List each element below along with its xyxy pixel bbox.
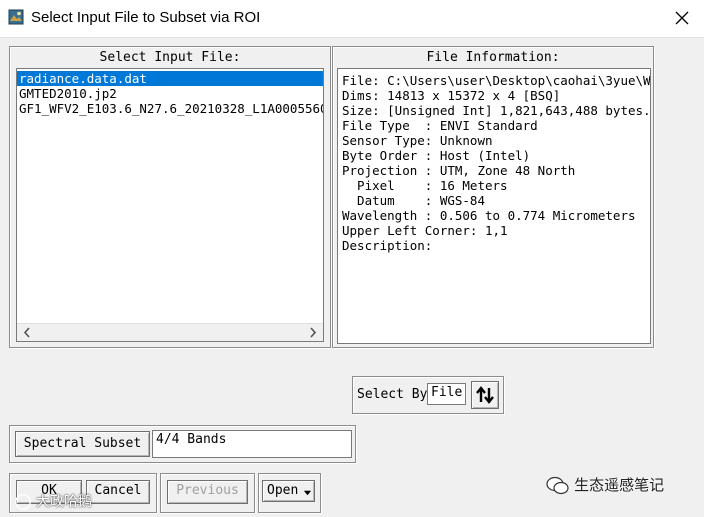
window-title: Select Input File to Subset via ROI — [31, 9, 261, 26]
select-by-group: Select By File — [352, 376, 504, 414]
input-file-list[interactable]: radiance.data.dat GMTED2010.jp2 GF1_WFV2_E… — [16, 68, 324, 342]
input-file-panel-title: Select Input File: — [99, 50, 241, 65]
file-list-item[interactable]: GF1_WFV2_E103.6_N27.6_20210328_L1A000556… — [17, 101, 323, 116]
file-info-line: Datum : WGS-84 — [342, 193, 485, 208]
dropdown-arrow-icon — [303, 490, 312, 496]
file-info-line: Projection : UTM, Zone 48 North — [342, 163, 576, 178]
spectral-subset-button[interactable]: Spectral Subset — [15, 431, 150, 457]
file-info-line: Upper Left Corner: 1,1 — [342, 223, 508, 238]
wechat-icon — [546, 476, 569, 495]
file-info-box: File: C:\Users\user\Desktop\caohai\3yue\… — [337, 68, 651, 344]
watermark-logo-icon — [15, 494, 31, 511]
open-button-label: Open — [267, 483, 299, 498]
open-menu-button[interactable]: Open — [262, 480, 315, 502]
file-list-item[interactable]: GMTED2010.jp2 — [17, 86, 323, 101]
scroll-left-icon[interactable] — [19, 324, 36, 341]
spectral-subset-group: Spectral Subset 4/4 Bands — [9, 425, 356, 463]
horizontal-scrollbar[interactable] — [17, 323, 323, 341]
spectral-subset-value: 4/4 Bands — [152, 430, 352, 458]
title-bar: Select Input File to Subset via ROI — [0, 0, 704, 38]
watermark-right-text: 生态遥感笔记 — [574, 477, 665, 494]
file-info-line: File Type : ENVI Standard — [342, 118, 538, 133]
close-icon[interactable] — [666, 4, 698, 32]
previous-button[interactable]: Previous — [167, 480, 248, 504]
file-info-line: File: C:\Users\user\Desktop\caohai\3yue\… — [342, 73, 650, 88]
watermark-right: 生态遥感笔记 — [546, 474, 664, 496]
select-by-label: Select By — [357, 387, 428, 402]
up-down-arrows-icon — [476, 386, 494, 404]
file-info-panel: File Information: File: C:\Users\user\De… — [332, 46, 654, 348]
scroll-right-icon[interactable] — [304, 324, 321, 341]
input-file-panel: Select Input File: radiance.data.dat GMTE… — [9, 46, 331, 348]
file-info-line: Size: [Unsigned Int] 1,821,643,488 bytes… — [342, 103, 650, 118]
file-info-line: Byte Order : Host (Intel) — [342, 148, 531, 163]
file-info-line: Pixel : 16 Meters — [342, 178, 508, 193]
file-list-item[interactable]: radiance.data.dat — [17, 71, 323, 86]
file-info-line: Wavelength : 0.506 to 0.774 Micrometers — [342, 208, 636, 223]
file-info-line: Sensor Type: Unknown — [342, 133, 493, 148]
file-info-line: Dims: 14813 x 15372 x 4 [BSQ] — [342, 88, 561, 103]
file-info-panel-title: File Information: — [426, 50, 560, 65]
toggle-sort-button[interactable] — [471, 381, 499, 409]
app-icon — [8, 9, 24, 25]
watermark-left-text: 大政哈鹅 — [35, 493, 92, 509]
previous-group: Previous — [160, 473, 255, 513]
select-by-field[interactable]: File — [427, 383, 466, 405]
open-group: Open — [258, 473, 321, 513]
cancel-button[interactable]: Cancel — [86, 480, 150, 504]
file-info-line: Description: — [342, 238, 433, 253]
watermark-left: 大政哈鹅 — [14, 491, 92, 511]
